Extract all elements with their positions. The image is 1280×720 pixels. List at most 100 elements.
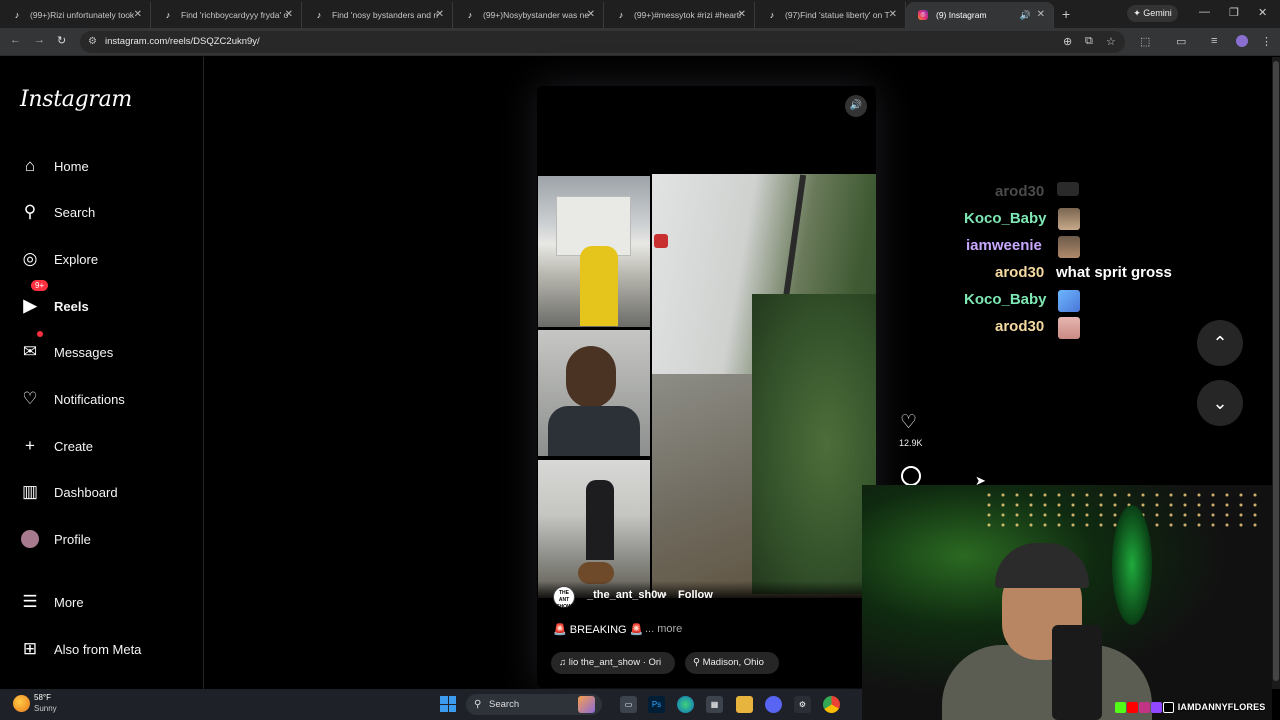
sidebar-item-label: Reels [54,298,89,314]
windows-start-icon[interactable] [440,696,456,712]
caption-more-link[interactable]: ... more [645,623,682,635]
scroll-down-button[interactable]: ⌄ [1197,380,1243,426]
sidebar-item-label: Create [54,438,94,454]
sidebar-item-explore[interactable]: ◎ Explore [20,247,99,271]
chrome-icon[interactable] [823,696,840,713]
close-tab-icon[interactable]: ✕ [889,2,897,28]
discord-icon[interactable] [765,696,782,713]
like-heart-icon[interactable]: ♡ [900,412,917,434]
browser-tab-strip: ♪ (99+)Rizi unfortunately took ✕ ♪ Find … [0,0,1280,28]
extensions-icon[interactable]: ⬚ [1140,35,1150,48]
location-chip[interactable]: ⚲ Madison, Ohio [685,652,779,674]
browser-tab[interactable]: ♪ (97)Find 'statue liberty' on T ✕ [755,2,906,28]
streamer-handle-text: IAMDANNYFLORES [1177,702,1266,712]
tiktok-icon: ♪ [467,10,473,20]
browser-tab[interactable]: ♪ Find 'richboycardyyy fryda' o ✕ [151,2,302,28]
site-info-icon[interactable]: ⚙ [88,31,97,53]
sidebar-item-home[interactable]: ⌂ Home [20,154,89,178]
chat-emote [1058,208,1080,230]
browser-tab[interactable]: ♪ (99+)Rizi unfortunately took ✕ [0,2,151,28]
tiktok-icon: ♪ [165,10,171,20]
url-field[interactable]: ⚙ instagram.com/reels/DSQZC2ukn9y/ [80,31,1125,53]
instagram-logo[interactable]: Instagram [20,87,132,112]
audio-chip[interactable]: ♫ lio the_ant_show · Ori [551,652,675,674]
windows-taskbar: 58°F Sunny ⚲ Search ▭ Ps ▦ ⚙ [0,689,862,720]
tab-title: Find 'nosy bystanders and ri [332,10,439,20]
cast-icon[interactable]: ⧉ [1085,35,1093,48]
tab-audio-icon[interactable]: 🔊 [1020,2,1031,28]
scrollbar-thumb[interactable] [1273,61,1279,681]
instagram-icon [1139,702,1150,714]
chat-username: iamweenie [966,237,1042,254]
close-tab-icon[interactable]: ✕ [1037,2,1045,28]
sidebar-icon[interactable]: ▭ [1176,35,1186,48]
task-view-icon[interactable]: ▭ [620,696,637,713]
follow-button[interactable]: Follow [678,589,713,601]
minimize-icon[interactable]: — [1199,6,1210,18]
back-icon[interactable]: ← [10,34,21,46]
reel-author-avatar[interactable]: THE ANT SHOW [553,586,575,610]
messenger-icon: ✉ [22,342,38,361]
close-tab-icon[interactable]: ✕ [738,2,746,28]
chat-username: arod30 [995,183,1045,200]
sidebar-item-profile[interactable]: Profile [20,527,91,551]
widget-icon[interactable] [578,696,595,713]
weather-condition[interactable]: Sunny [34,704,57,713]
sidebar-item-also-from-meta[interactable]: ⊞ Also from Meta [20,637,142,661]
tab-search-icon[interactable]: ≡ [1211,35,1217,47]
app-icon[interactable]: ⚙ [794,696,811,713]
close-window-icon[interactable]: ✕ [1258,6,1267,19]
close-tab-icon[interactable]: ✕ [285,2,293,28]
store-icon[interactable]: ▦ [706,696,723,713]
video-main-street [652,174,876,598]
browser-tab[interactable]: ♪ (99+)Nosybystander was ne ✕ [453,2,604,28]
sidebar-item-messages[interactable]: ✉ Messages [20,340,113,364]
gemini-button[interactable]: ✦ Gemini [1127,5,1178,22]
volume-icon[interactable]: 🔊 [845,95,867,117]
profile-avatar-icon[interactable] [1236,35,1248,47]
photoshop-icon[interactable]: Ps [648,696,665,713]
search-icon: ⚲ [474,699,482,710]
reload-icon[interactable]: ↻ [57,34,66,47]
weather-temperature[interactable]: 58°F [34,693,51,702]
edge-icon[interactable] [677,696,694,713]
page-scrollbar[interactable] [1272,57,1280,689]
twitch-icon [1151,702,1162,714]
sidebar-item-search[interactable]: ⚲ Search [20,200,95,224]
sidebar-item-label: Search [54,204,96,220]
reel-caption: 🚨 BREAKING 🚨 [553,624,644,636]
youtube-icon [1127,702,1138,714]
audio-label: lio the_ant_show · Ori [568,657,662,668]
close-tab-icon[interactable]: ✕ [134,2,142,28]
sidebar-item-more[interactable]: ☰ More [20,590,83,614]
menu-icon: ☰ [22,592,38,611]
weather-sun-icon[interactable] [13,695,30,712]
new-tab-button[interactable]: + [1062,2,1070,28]
close-tab-icon[interactable]: ✕ [587,2,595,28]
reel-author-username[interactable]: _the_ant_sh0w [587,589,666,601]
sidebar-item-label: Profile [54,531,91,547]
sidebar-item-create[interactable]: + Create [20,434,93,458]
reel-player[interactable]: 🔊 THE ANT SHOW _the_ant_sh0w • Follow 🚨 … [537,86,876,688]
tab-title: (97)Find 'statue liberty' on T [785,10,890,20]
chat-username: arod30 [995,264,1045,281]
chevron-up-icon: ⌃ [1212,333,1228,353]
restore-icon[interactable]: ❐ [1229,6,1239,19]
browser-tab-active[interactable]: ◎ (9) Instagram 🔊 ✕ [906,2,1054,28]
sidebar-item-dashboard[interactable]: ▥ Dashboard [20,480,118,504]
comment-icon[interactable] [901,466,921,486]
chrome-menu-icon[interactable]: ⋮ [1261,35,1272,48]
zoom-icon[interactable]: ⊕ [1063,35,1072,48]
scroll-up-button[interactable]: ⌃ [1197,320,1243,366]
forward-icon[interactable]: → [34,34,45,46]
close-tab-icon[interactable]: ✕ [436,2,444,28]
bookmark-star-icon[interactable]: ☆ [1106,35,1116,48]
browser-tab[interactable]: ♪ (99+)#messytok #rizi #hearti ✕ [604,2,755,28]
sidebar-item-reels[interactable]: ▶ Reels [20,294,89,318]
instagram-icon: ◎ [918,10,928,20]
chat-message: what sprit gross [1056,264,1172,281]
tab-title: Find 'richboycardyyy fryda' o [181,10,289,20]
file-explorer-icon[interactable] [736,696,753,713]
sidebar-item-notifications[interactable]: ♡ Notifications [20,387,124,411]
browser-tab[interactable]: ♪ Find 'nosy bystanders and ri ✕ [302,2,453,28]
